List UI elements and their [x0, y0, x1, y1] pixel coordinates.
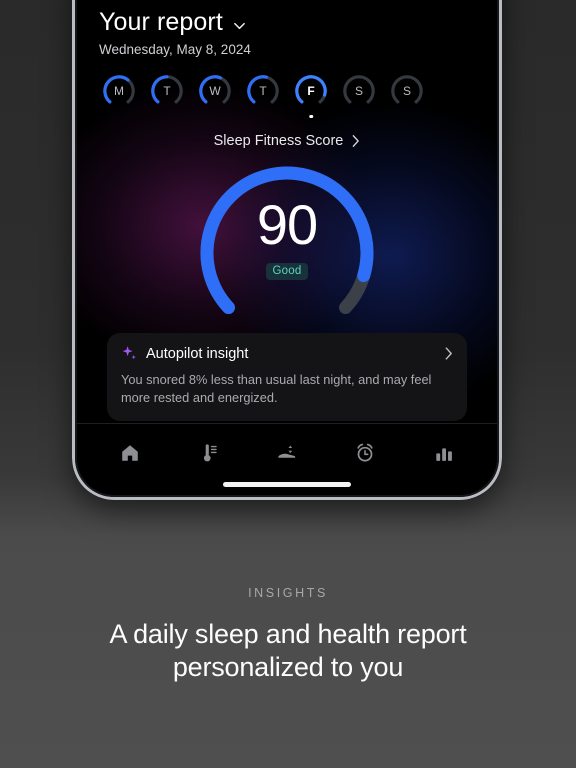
day-item-m-0[interactable]: M: [101, 73, 137, 109]
chevron-right-icon[interactable]: [351, 134, 360, 148]
headline: A daily sleep and health report personal…: [0, 618, 576, 685]
bar-chart-icon[interactable]: [433, 442, 455, 469]
phone-screen: Your report Wednesday, May 8, 2024 M T W T F…: [77, 0, 497, 495]
report-title-row[interactable]: Your report: [99, 0, 475, 37]
page-title: Your report: [99, 8, 223, 36]
chevron-down-icon[interactable]: [232, 18, 247, 33]
insight-title: Autopilot insight: [146, 345, 249, 362]
day-letter: W: [209, 84, 221, 98]
day-item-t-3[interactable]: T: [245, 73, 281, 109]
sleep-fitness-link[interactable]: Sleep Fitness Score: [99, 133, 475, 149]
headline-line-2: personalized to you: [172, 652, 404, 683]
alarm-clock-icon[interactable]: [354, 442, 376, 469]
headline-line-1: A daily sleep and health report: [109, 619, 467, 649]
insight-body: You snored 8% less than usual last night…: [121, 372, 432, 406]
nav-item-home[interactable]: [108, 440, 152, 470]
day-letter: S: [354, 84, 363, 98]
eyebrow-label: INSIGHTS: [248, 586, 328, 600]
nav-item-insights[interactable]: [422, 440, 466, 470]
day-item-w-2[interactable]: W: [197, 73, 233, 109]
day-selector[interactable]: MTWTFSS: [99, 73, 475, 118]
day-item-f-4[interactable]: F: [293, 73, 329, 118]
phone-mockup: Your report Wednesday, May 8, 2024 M T W T F…: [72, 0, 502, 500]
day-item-s-6[interactable]: S: [389, 73, 425, 109]
sparkle-icon: [122, 346, 136, 360]
report-date: Wednesday, May 8, 2024: [99, 42, 251, 57]
score-value: 90: [256, 193, 318, 256]
day-letter: M: [114, 84, 124, 98]
selected-day-dot: [309, 114, 313, 118]
day-item-s-5[interactable]: S: [341, 73, 377, 109]
bed-height-icon[interactable]: [276, 442, 298, 469]
sleep-fitness-label: Sleep Fitness Score: [213, 133, 344, 149]
day-letter: T: [259, 84, 267, 98]
chevron-right-icon[interactable]: [444, 346, 453, 361]
marketing-block: INSIGHTS A daily sleep and health report…: [0, 586, 576, 685]
promo-page: Your report Wednesday, May 8, 2024 M T W T F…: [0, 0, 576, 768]
day-item-t-1[interactable]: T: [149, 73, 185, 109]
nav-item-bed[interactable]: [265, 440, 309, 470]
day-letter: F: [307, 84, 315, 98]
insight-card-header: Autopilot insight: [121, 345, 453, 362]
home-indicator[interactable]: [223, 482, 351, 487]
nav-item-temperature[interactable]: [187, 440, 231, 470]
thermometer-icon[interactable]: [198, 442, 220, 469]
home-icon[interactable]: [119, 442, 141, 469]
nav-item-alarm[interactable]: [343, 440, 387, 470]
day-letter: T: [163, 84, 171, 98]
day-letter: S: [402, 84, 411, 98]
autopilot-insight-card[interactable]: Autopilot insight You snored 8% less tha…: [107, 333, 467, 422]
status-badge: Good: [265, 263, 309, 280]
sleep-fitness-gauge: 90 Good: [187, 157, 387, 319]
